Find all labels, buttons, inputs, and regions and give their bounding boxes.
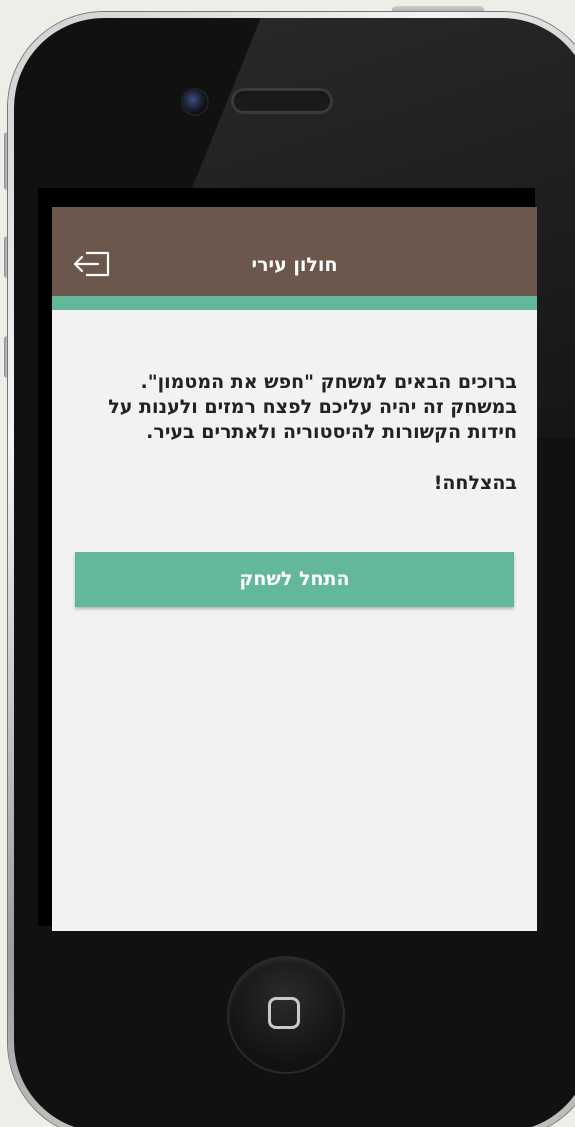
app-screen: חולון עירי ברוכים הבאים למשחק "חפש את המ… bbox=[52, 207, 537, 931]
welcome-line: ברוכים הבאים למשחק "חפש את המטמון". bbox=[140, 371, 517, 393]
good-luck-text: בהצלחה! bbox=[433, 472, 517, 494]
welcome-text: ברוכים הבאים למשחק "חפש את המטמון". במשח… bbox=[74, 370, 517, 445]
device-stage: חולון עירי ברוכים הבאים למשחק "חפש את המ… bbox=[0, 0, 575, 1127]
page-title: חולון עירי bbox=[251, 254, 338, 276]
home-button[interactable] bbox=[229, 958, 343, 1072]
header-accent-bar bbox=[52, 296, 537, 310]
front-camera bbox=[183, 90, 207, 114]
welcome-line: חידות הקשורות להיסטוריה ולאתרים בעיר. bbox=[146, 421, 517, 443]
home-square-icon bbox=[268, 997, 300, 1029]
welcome-line: במשחק זה יהיה עליכם לפצח רמזים ולענות על bbox=[108, 396, 517, 418]
app-header: חולון עירי bbox=[52, 207, 537, 296]
start-game-button[interactable]: התחל לשחק bbox=[75, 552, 514, 607]
earpiece-speaker bbox=[231, 88, 333, 114]
